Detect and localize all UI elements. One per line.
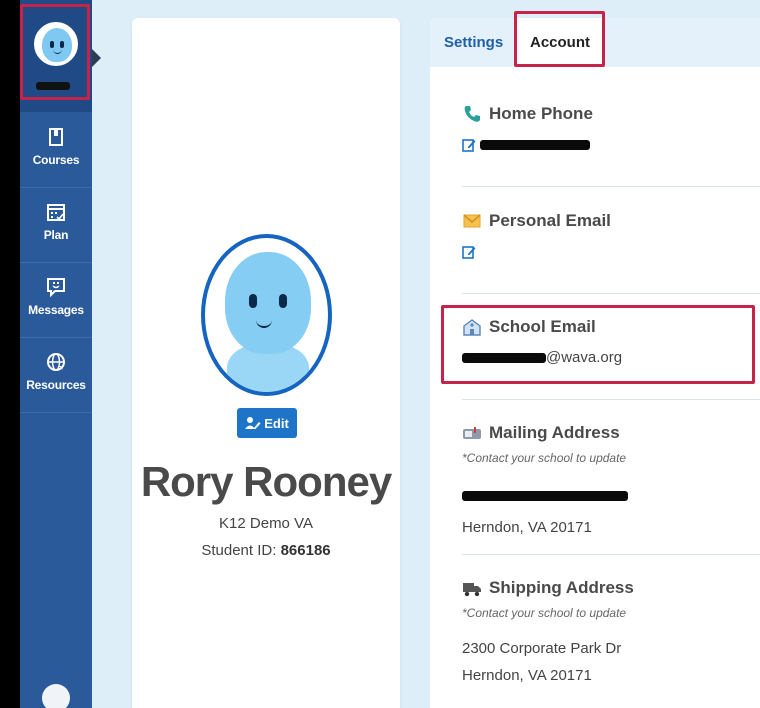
school-building-icon [463, 319, 481, 336]
personal-email-value [462, 243, 760, 261]
active-indicator-caret [92, 49, 101, 67]
school-email-section: School Email @wava.org [462, 317, 760, 366]
sidebar-item-label: Resources [26, 378, 86, 392]
envelope-icon [463, 214, 481, 228]
shipping-address-note: *Contact your school to update [462, 606, 627, 620]
mailing-address-note: *Contact your school to update [462, 451, 627, 465]
screen-edge [0, 0, 20, 708]
avatar-eye [50, 41, 54, 48]
avatar-eye [60, 41, 64, 48]
school-email-domain: @wava.org [546, 349, 623, 366]
help-avatar-icon[interactable] [42, 684, 70, 708]
chat-icon [47, 278, 65, 297]
redacted-phone-number [480, 139, 591, 150]
edit-button-label: Edit [264, 415, 289, 431]
personal-email-section: Personal Email [462, 211, 760, 261]
mailing-address-section: Mailing Address *Contact your school to … [462, 423, 760, 536]
tab-account[interactable]: Account [516, 18, 604, 67]
sidebar-item-label: Courses [32, 153, 80, 167]
sidebar-item-plan[interactable]: Plan [20, 189, 92, 263]
mailing-address-line1 [462, 487, 760, 505]
school-name: K12 Demo VA [219, 515, 313, 532]
shipping-address-section: Shipping Address *Contact your school to… [462, 578, 760, 684]
personal-email-title: Personal Email [462, 211, 760, 231]
redacted-username [36, 82, 70, 90]
avatar-head [225, 252, 311, 354]
truck-icon [463, 583, 481, 597]
sidebar-item-messages[interactable]: Messages [20, 264, 92, 338]
student-id-label: Student ID: [201, 542, 277, 559]
sidebar-avatar-button[interactable] [20, 0, 92, 112]
section-title-text: School Email [489, 317, 596, 336]
mailing-address-title: Mailing Address [462, 423, 760, 443]
avatar-eye [249, 294, 257, 308]
avatar-smile [53, 49, 62, 54]
sidebar-item-label: Plan [43, 228, 69, 242]
book-icon [49, 128, 63, 146]
user-edit-icon [245, 417, 261, 429]
redacted-street-address [462, 490, 628, 501]
student-name: Rory Rooney [140, 458, 392, 505]
edit-icon[interactable] [462, 245, 476, 259]
globe-icon [47, 353, 65, 371]
edit-profile-button[interactable]: Edit [237, 408, 297, 438]
section-title-text: Shipping Address [489, 578, 634, 597]
section-divider [462, 554, 760, 555]
avatar-face [42, 28, 72, 62]
avatar [34, 22, 78, 66]
shipping-address-line2: Herndon, VA 20171 [462, 667, 592, 684]
avatar-eye [279, 294, 287, 308]
section-title-text: Personal Email [489, 211, 611, 230]
student-id: Student ID: 866186 [132, 542, 400, 559]
section-title-text: Mailing Address [489, 423, 620, 442]
section-divider [462, 399, 760, 400]
home-phone-title: Home Phone [462, 104, 760, 124]
edit-icon[interactable] [462, 138, 476, 152]
account-panel: Settings Account Home Phone Personal Ema… [430, 18, 760, 708]
section-divider [462, 186, 760, 187]
profile-avatar [201, 234, 332, 396]
student-id-value: 866186 [280, 542, 331, 559]
app-page: Courses Plan Messages Resources Edit Ror… [0, 0, 760, 708]
shipping-address-line1: 2300 Corporate Park Dr [462, 640, 622, 657]
profile-card: Edit Rory Rooney K12 Demo VA Student ID:… [132, 18, 400, 708]
tab-settings[interactable]: Settings [430, 18, 517, 67]
sidebar-item-courses[interactable]: Courses [20, 114, 92, 188]
school-email-title: School Email [462, 317, 760, 337]
calendar-icon [47, 204, 65, 221]
home-phone-value [462, 136, 760, 154]
sidebar-item-label: Messages [28, 303, 84, 317]
sidebar-item-resources[interactable]: Resources [20, 339, 92, 413]
section-title-text: Home Phone [489, 104, 593, 123]
mailbox-icon [463, 427, 481, 439]
home-phone-section: Home Phone [462, 104, 760, 154]
phone-icon [464, 106, 480, 122]
tab-bar: Settings Account [430, 18, 760, 67]
school-email-value: @wava.org [462, 349, 760, 366]
mailing-address-line2: Herndon, VA 20171 [462, 519, 592, 536]
section-divider [462, 293, 760, 294]
sidebar: Courses Plan Messages Resources [20, 0, 92, 708]
redacted-email-username [462, 353, 546, 364]
shipping-address-title: Shipping Address [462, 578, 760, 598]
